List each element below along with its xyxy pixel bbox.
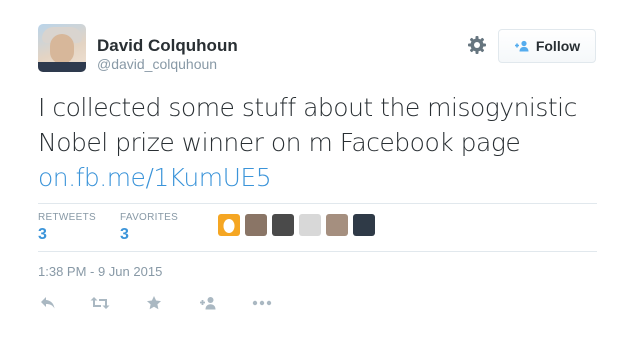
tweet-body: I collected some stuff about the misogyn… xyxy=(38,93,577,157)
avatar-face xyxy=(50,34,74,64)
tweet-timestamp[interactable]: 1:38 PM - 9 Jun 2015 xyxy=(38,264,162,279)
favoriter-avatar[interactable] xyxy=(272,214,294,236)
favoriter-avatar[interactable] xyxy=(326,214,348,236)
follow-button[interactable]: Follow xyxy=(498,29,596,63)
retweet-icon[interactable] xyxy=(90,293,110,313)
follow-user-icon[interactable] xyxy=(198,293,218,313)
follow-user-icon xyxy=(514,40,530,52)
avatar-shirt xyxy=(38,62,86,72)
tweet-actions xyxy=(38,293,272,313)
tweet-link[interactable]: on.fb.me/1KumUE5 xyxy=(38,163,272,192)
reply-icon[interactable] xyxy=(38,293,58,313)
favorites-label: FAVORITES xyxy=(120,212,179,223)
retweets-count: 3 xyxy=(38,226,47,243)
retweets-stat[interactable]: RETWEETS 3 xyxy=(38,212,96,244)
favorites-count: 3 xyxy=(120,226,129,243)
tweet-text: I collected some stuff about the misogyn… xyxy=(38,90,618,195)
favorites-stat[interactable]: FAVORITES 3 xyxy=(120,212,178,244)
follow-button-label: Follow xyxy=(535,38,581,54)
author-handle[interactable]: @david_colquhoun xyxy=(97,56,217,72)
favoriter-avatar[interactable] xyxy=(299,214,321,236)
favoriter-avatar[interactable] xyxy=(353,214,375,236)
retweets-label: RETWEETS xyxy=(38,212,96,223)
favoriter-avatar[interactable] xyxy=(245,214,267,236)
avatar[interactable] xyxy=(38,24,86,72)
favoriter-avatars xyxy=(218,214,375,236)
star-icon[interactable] xyxy=(144,293,164,313)
author-name[interactable]: David Colquhoun xyxy=(97,36,238,56)
divider-top xyxy=(38,203,597,204)
divider-bottom xyxy=(38,251,597,252)
more-icon[interactable] xyxy=(252,293,272,313)
gear-icon[interactable] xyxy=(467,35,487,55)
favoriter-avatar[interactable] xyxy=(218,214,240,236)
